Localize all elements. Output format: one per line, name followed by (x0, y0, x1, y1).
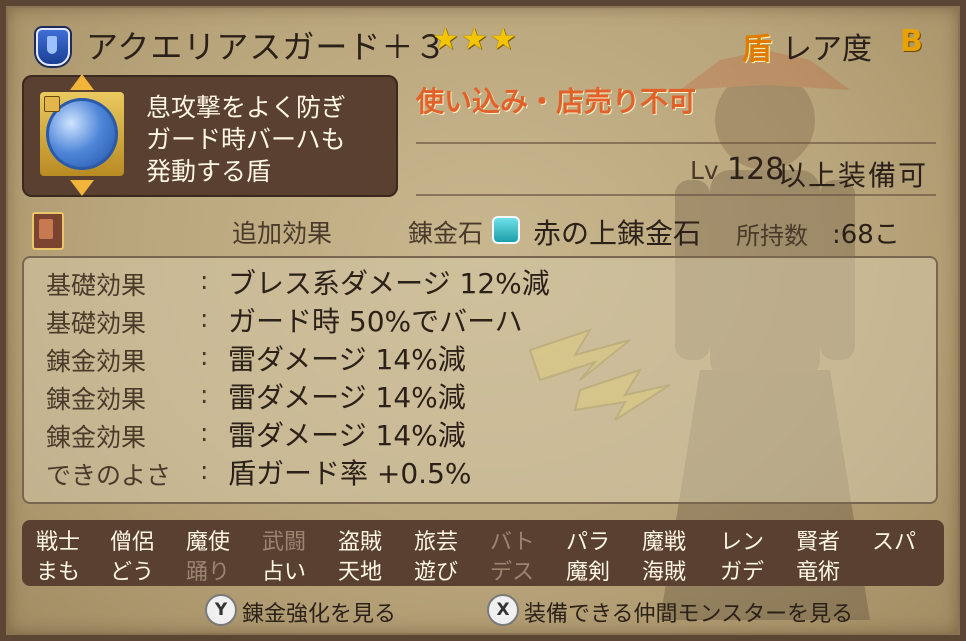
effect-text: ガード時 50%でバーハ (228, 305, 523, 338)
effect-text: 盾ガード率 +0.5% (228, 457, 472, 490)
job-jobs_row2-7: 魔剣 (566, 560, 611, 585)
owned-count-label: 所持数 (736, 222, 808, 250)
effect-label: 錬金効果 (46, 347, 147, 376)
rarity-category: 盾 (742, 32, 772, 67)
description-line: ガード時バーハも (146, 125, 346, 154)
effect-label: 基礎効果 (46, 309, 147, 338)
job-jobs_row1-7: パラ (566, 530, 611, 555)
rarity-value: B (900, 24, 923, 59)
effect-colon: : (200, 456, 209, 485)
owned-count-value: :68こ (832, 220, 900, 250)
view-alchemy-enhance-button[interactable]: 錬金強化を見る (242, 596, 396, 628)
divider (416, 194, 936, 196)
effect-text: 雷ダメージ 14%減 (228, 343, 466, 376)
scroll-down-arrow-icon[interactable] (70, 180, 94, 196)
effect-text: ブレス系ダメージ 12%減 (228, 267, 550, 300)
job-jobs_row1-1: 僧侶 (110, 530, 155, 555)
effect-colon: : (200, 342, 209, 371)
scroll-up-arrow-icon[interactable] (70, 74, 94, 90)
alchemy-stone-name: 赤の上錬金石 (533, 217, 702, 250)
effect-colon: : (200, 418, 209, 447)
job-jobs_row1-2: 魔使 (186, 530, 231, 555)
divider (416, 142, 936, 144)
job-jobs_row1-10: 賢者 (796, 530, 841, 555)
rarity-label: レア度 (782, 32, 872, 67)
description-line: 息攻撃をよく防ぎ (146, 93, 347, 122)
job-jobs_row1-5: 旅芸 (414, 530, 459, 555)
alchemy-stone-icon (492, 216, 520, 244)
job-jobs_row2-5: 遊び (414, 560, 459, 585)
trade-warning: 使い込み・店売り不可 (416, 85, 697, 118)
shield-category-icon (36, 28, 70, 66)
item-name: アクエリアスガード＋３ (86, 28, 448, 66)
level-requirement: 以上装備可 (778, 159, 929, 192)
effect-label: 錬金効果 (46, 423, 147, 452)
job-jobs_row2-4: 天地 (338, 560, 383, 585)
level-prefix: Lv (690, 156, 719, 185)
job-jobs_row1-3: 武闘 (262, 530, 307, 555)
level-value: 128 (727, 152, 785, 187)
y-button-icon[interactable]: Y (205, 594, 237, 626)
effect-label: 基礎効果 (46, 271, 147, 300)
item-stars: ★★★ (432, 22, 519, 57)
lock-icon (44, 96, 60, 112)
book-icon[interactable] (32, 212, 64, 250)
job-jobs_row2-3: 占い (262, 560, 307, 585)
job-jobs_row1-6: バト (490, 530, 535, 555)
job-jobs_row1-0: 戦士 (36, 530, 81, 555)
effect-colon: : (200, 304, 209, 333)
effect-label: できのよさ (46, 461, 172, 490)
job-jobs_row2-9: ガデ (720, 560, 765, 585)
effect-colon: : (200, 380, 209, 409)
job-jobs_row1-4: 盗賊 (338, 530, 383, 555)
effect-label: 錬金効果 (46, 385, 147, 414)
x-button-icon[interactable]: X (487, 594, 519, 626)
job-jobs_row2-2: 踊り (186, 560, 231, 585)
job-jobs_row1-11: スパ (872, 530, 917, 555)
job-jobs_row2-0: まも (36, 560, 81, 585)
job-jobs_row2-6: デス (490, 560, 535, 585)
tab-additional-effects[interactable]: 追加効果 (232, 214, 332, 250)
effect-text: 雷ダメージ 14%減 (228, 419, 466, 452)
job-jobs_row1-8: 魔戦 (642, 530, 687, 555)
effect-colon: : (200, 266, 209, 295)
effect-text: 雷ダメージ 14%減 (228, 381, 466, 414)
alchemy-stone-label: 錬金石 (408, 219, 484, 248)
job-jobs_row2-1: どう (110, 560, 155, 585)
job-jobs_row2-8: 海賊 (642, 560, 687, 585)
description-line: 発動する盾 (146, 157, 272, 186)
view-equippable-monsters-button[interactable]: 装備できる仲間モンスターを見る (524, 596, 853, 628)
job-jobs_row1-9: レン (720, 530, 765, 555)
job-jobs_row2-10: 竜術 (796, 560, 841, 585)
